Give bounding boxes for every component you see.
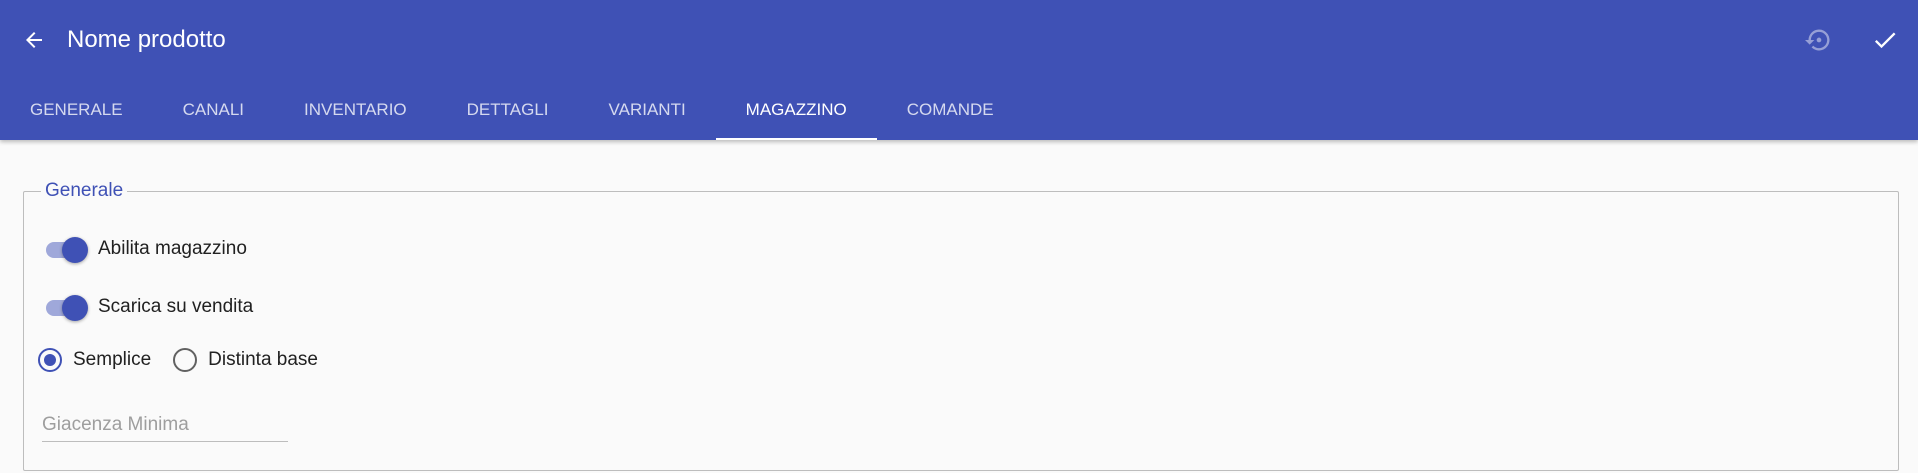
toggle-switch[interactable] xyxy=(44,234,88,264)
arrow-left-icon xyxy=(26,32,42,48)
radio-distinta-base[interactable]: Distinta base xyxy=(173,348,318,372)
save-button[interactable] xyxy=(1867,22,1903,58)
tab-inventario[interactable]: INVENTARIO xyxy=(274,80,437,140)
giacenza-minima-input[interactable] xyxy=(42,402,288,442)
toggle-label: Abilita magazzino xyxy=(98,238,247,259)
restore-icon xyxy=(1805,29,1830,51)
radio-button[interactable] xyxy=(173,348,198,372)
scarica-su-vendita-toggle[interactable]: Scarica su vendita xyxy=(44,292,253,322)
reset-button[interactable] xyxy=(1801,22,1837,58)
radio-semplice[interactable]: Semplice xyxy=(38,348,151,372)
stock-type-radio-group: Semplice Distinta base xyxy=(38,345,340,375)
toolbar: Nome prodotto xyxy=(0,0,1918,80)
tab-canali[interactable]: CANALI xyxy=(153,80,274,140)
tab-dettagli[interactable]: DETTAGLI xyxy=(437,80,579,140)
tab-varianti[interactable]: VARIANTI xyxy=(579,80,716,140)
giacenza-minima-field xyxy=(42,402,288,444)
abilita-magazzino-toggle[interactable]: Abilita magazzino xyxy=(44,234,247,264)
toggle-thumb[interactable] xyxy=(62,295,88,321)
app-bar: Nome prodotto GENERALE CANALI INVENTARIO… xyxy=(0,0,1918,140)
toggle-switch[interactable] xyxy=(44,292,88,322)
fieldset-legend: Generale xyxy=(41,180,128,202)
generale-fieldset: Generale Abilita magazzino Scarica su ve… xyxy=(23,180,1899,471)
radio-label: Semplice xyxy=(73,349,152,370)
back-button[interactable] xyxy=(18,24,50,56)
toggle-label: Scarica su vendita xyxy=(98,296,254,317)
radio-label: Distinta base xyxy=(208,349,318,370)
tab-magazzino[interactable]: MAGAZZINO xyxy=(715,80,877,140)
radio-button-checked[interactable] xyxy=(38,348,62,372)
check-icon xyxy=(1874,32,1896,49)
tab-generale[interactable]: GENERALE xyxy=(0,80,153,140)
toggle-thumb[interactable] xyxy=(62,237,88,263)
page-title: Nome prodotto xyxy=(67,26,226,53)
tab-bar: GENERALE CANALI INVENTARIO DETTAGLI VARI… xyxy=(0,80,1100,140)
tab-comande[interactable]: COMANDE xyxy=(877,80,1024,140)
